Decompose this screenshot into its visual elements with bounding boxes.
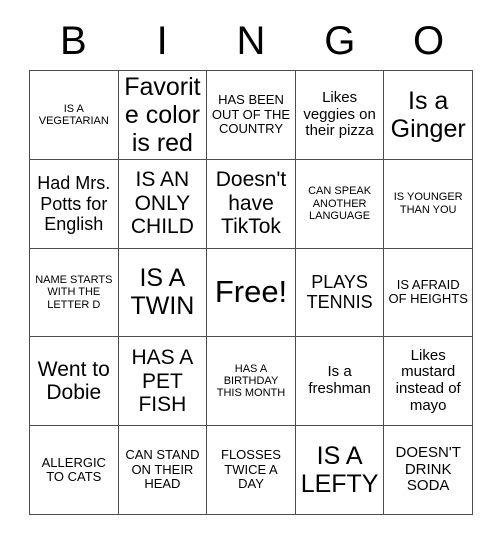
bingo-cell-label: Is a freshman <box>308 363 371 398</box>
bingo-cell-label: Had Mrs. Potts for English <box>37 173 111 234</box>
bingo-cell-g1[interactable]: Likes veggies on their pizza <box>295 71 385 160</box>
bingo-cell-label: IS YOUNGER THAN YOU <box>393 191 463 216</box>
bingo-card: B I N G O IS A VEGETARIAN Favorite color… <box>0 0 500 544</box>
bingo-cell-label: PLAYS TENNIS <box>306 272 373 313</box>
bingo-cell-free-space[interactable]: Free! <box>207 248 296 338</box>
bingo-cell-label: IS AFRAID OF HEIGHTS <box>388 276 468 307</box>
bingo-cell-o1[interactable]: Is a Ginger <box>384 71 473 160</box>
header-letter-n: N <box>236 19 266 63</box>
bingo-cell-n5[interactable]: FLOSSES TWICE A DAY <box>207 426 296 515</box>
bingo-header: B I N G O <box>29 14 473 68</box>
bingo-cell-label: NAME STARTS WITH THE LETTER D <box>35 274 113 311</box>
bingo-cell-label: CAN SPEAK ANOTHER LANGUAGE <box>308 185 372 222</box>
bingo-cell-i1[interactable]: Favorite color is red <box>118 71 208 160</box>
bingo-cell-label: HAS A PET FISH <box>131 346 194 417</box>
bingo-cell-o3[interactable]: IS AFRAID OF HEIGHTS <box>384 248 473 338</box>
bingo-cell-label: IS A LEFTY <box>300 442 379 499</box>
bingo-cell-g4[interactable]: Is a freshman <box>295 337 385 427</box>
bingo-cell-n4[interactable]: HAS A BIRTHDAY THIS MONTH <box>207 337 296 427</box>
bingo-cell-n2[interactable]: Doesn't have TikTok <box>207 159 296 249</box>
bingo-cell-label: IS A TWIN <box>130 264 195 321</box>
bingo-cell-label: ALLERGIC TO CATS <box>41 454 106 485</box>
bingo-cell-i5[interactable]: CAN STAND ON THEIR HEAD <box>118 426 208 515</box>
bingo-cell-o4[interactable]: Likes mustard instead of mayo <box>384 337 473 427</box>
bingo-cell-g5[interactable]: IS A LEFTY <box>295 426 385 515</box>
bingo-cell-label: Doesn't have TikTok <box>215 168 287 239</box>
bingo-cell-b4[interactable]: Went to Dobie <box>30 337 119 427</box>
header-letter-b: B <box>60 19 87 63</box>
bingo-cell-label: Likes mustard instead of mayo <box>395 346 461 415</box>
bingo-cell-label: HAS A BIRTHDAY THIS MONTH <box>216 362 286 400</box>
bingo-cell-b1[interactable]: IS A VEGETARIAN <box>30 71 119 160</box>
bingo-cell-label: Went to Dobie <box>37 357 110 405</box>
header-letter-o: O <box>413 19 445 63</box>
free-space-label: Free! <box>214 274 288 310</box>
bingo-cell-g3[interactable]: PLAYS TENNIS <box>295 248 385 338</box>
bingo-cell-i2[interactable]: IS AN ONLY CHILD <box>118 159 208 249</box>
bingo-cell-b5[interactable]: ALLERGIC TO CATS <box>30 426 119 515</box>
bingo-cell-label: CAN STAND ON THEIR HEAD <box>125 447 200 492</box>
header-letter-g: G <box>324 19 356 63</box>
bingo-cell-label: DOESN'T DRINK SODA <box>395 443 461 495</box>
bingo-cell-i4[interactable]: HAS A PET FISH <box>118 337 208 427</box>
header-letter-i: I <box>156 19 168 63</box>
bingo-cell-label: IS A VEGETARIAN <box>38 102 109 127</box>
bingo-cell-b2[interactable]: Had Mrs. Potts for English <box>30 159 119 249</box>
bingo-cell-g2[interactable]: CAN SPEAK ANOTHER LANGUAGE <box>295 159 385 249</box>
bingo-cell-label: FLOSSES TWICE A DAY <box>221 447 281 492</box>
bingo-cell-label: HAS BEEN OUT OF THE COUNTRY <box>211 92 291 137</box>
bingo-cell-b3[interactable]: NAME STARTS WITH THE LETTER D <box>30 248 119 338</box>
bingo-cell-label: Likes veggies on their pizza <box>303 88 376 140</box>
bingo-grid: IS A VEGETARIAN Favorite color is red HA… <box>29 70 473 515</box>
bingo-cell-label: IS AN ONLY CHILD <box>130 168 194 239</box>
bingo-cell-o5[interactable]: DOESN'T DRINK SODA <box>384 426 473 515</box>
bingo-cell-o2[interactable]: IS YOUNGER THAN YOU <box>384 159 473 249</box>
bingo-cell-i3[interactable]: IS A TWIN <box>118 248 208 338</box>
bingo-cell-label: Favorite color is red <box>124 72 201 157</box>
bingo-cell-label: Is a Ginger <box>390 86 466 143</box>
bingo-cell-n1[interactable]: HAS BEEN OUT OF THE COUNTRY <box>207 71 296 160</box>
